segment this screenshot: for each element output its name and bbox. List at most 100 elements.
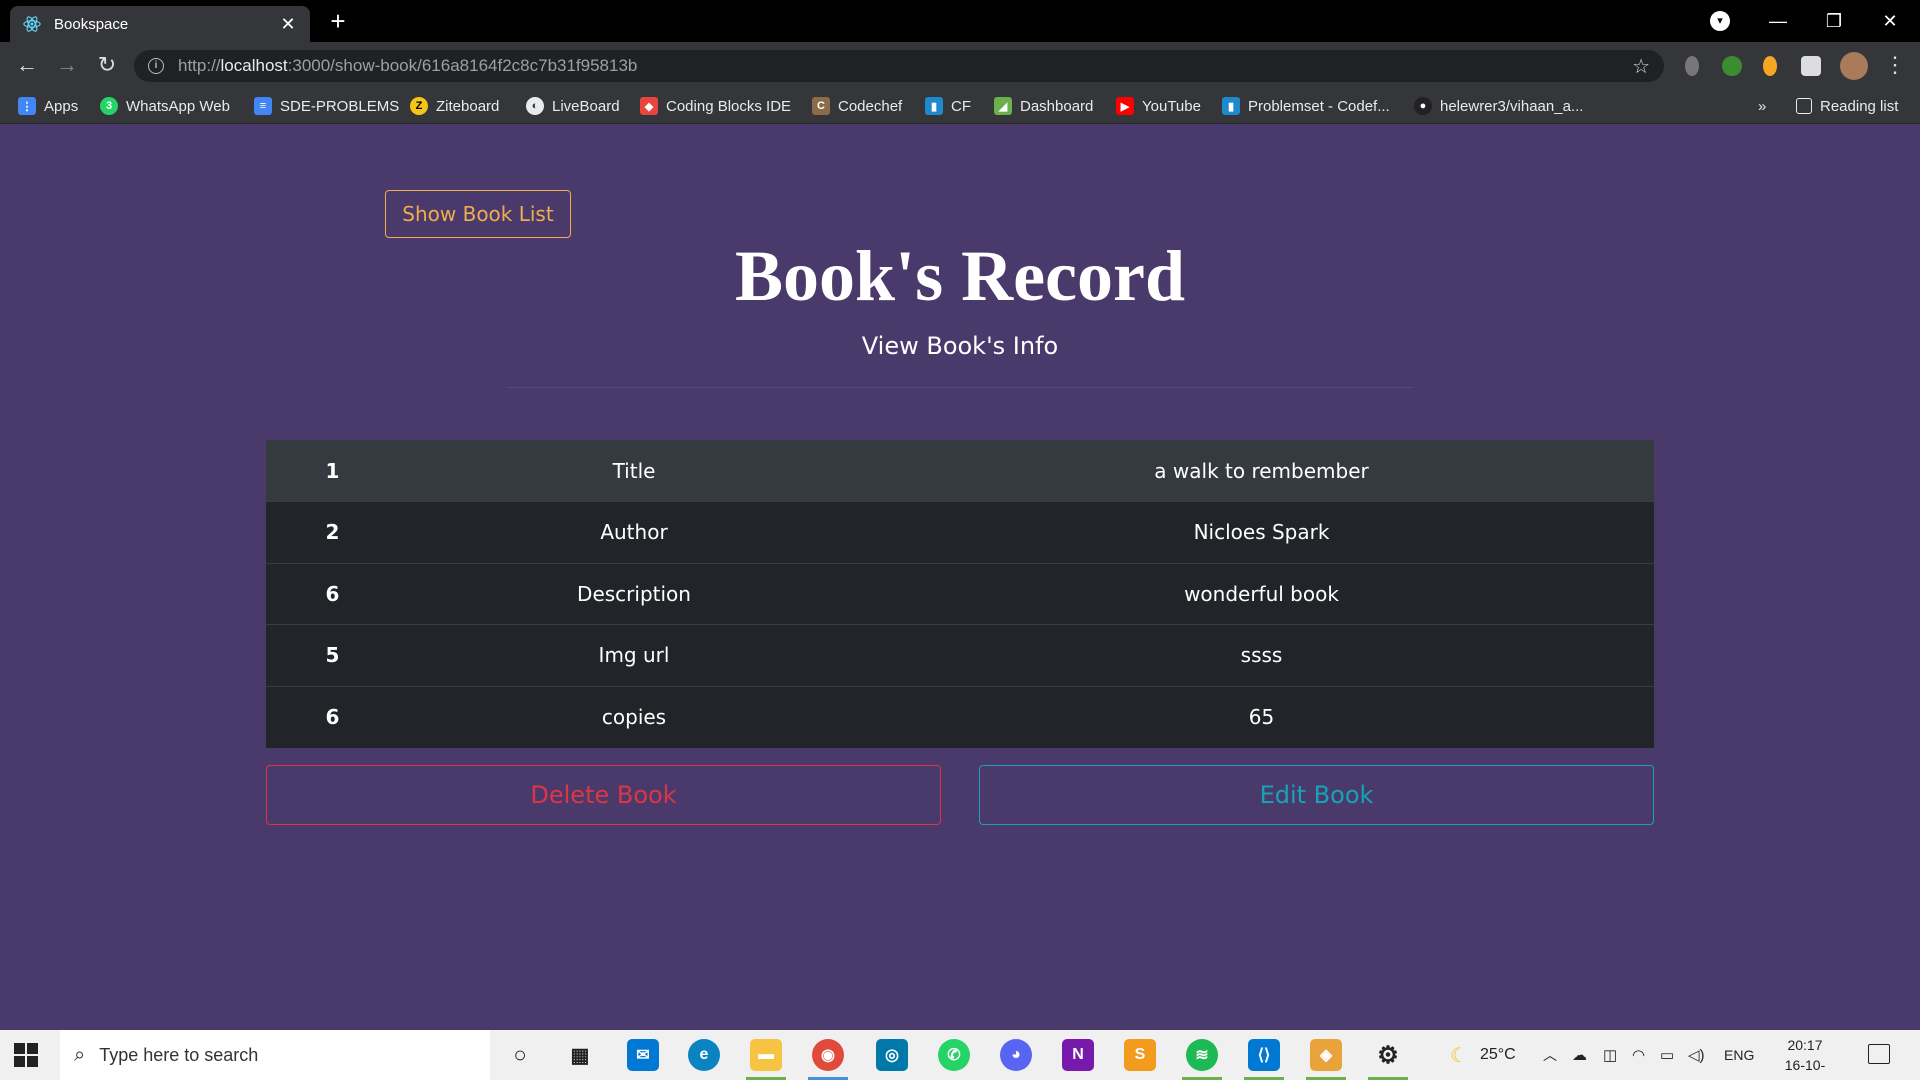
settings-gear-icon[interactable]: ⚙	[1372, 1039, 1404, 1071]
vscode-icon[interactable]: ⟨⟩	[1248, 1039, 1280, 1071]
browser-tab[interactable]: Bookspace ✕	[10, 6, 310, 42]
table-row: 5 Img url ssss	[266, 624, 1654, 686]
battery-icon[interactable]: ▭	[1660, 1030, 1674, 1080]
bookmark-item[interactable]: ▮ Problemset - Codef...	[1222, 96, 1390, 116]
field-value: 65	[869, 685, 1654, 748]
liveboard-icon: ◐	[526, 97, 544, 115]
avatar[interactable]	[1840, 52, 1868, 80]
book-record-table: 1 Title a walk to rembember 2 Author Nic…	[266, 440, 1654, 748]
bookmark-item[interactable]: ⋮ Apps	[18, 96, 78, 116]
menu-kebab-icon[interactable]: ⋮	[1880, 50, 1910, 80]
field-label: Author	[399, 501, 869, 563]
language-indicator[interactable]: ENG	[1724, 1030, 1754, 1080]
back-icon[interactable]: ←	[12, 50, 42, 80]
github-icon: ●	[1414, 97, 1432, 115]
browser-toolbar: ← → ↻ i http://localhost:3000/show-book/…	[0, 42, 1920, 88]
extension-icon[interactable]	[1763, 56, 1777, 76]
show-book-list-button[interactable]: Show Book List	[385, 190, 571, 238]
site-info-icon[interactable]: i	[148, 58, 164, 74]
youtube-icon: ▶	[1116, 97, 1134, 115]
field-label: Title	[399, 440, 869, 502]
close-window-icon[interactable]: ✕	[1862, 0, 1918, 42]
forward-icon[interactable]: →	[52, 50, 82, 80]
address-bar[interactable]: i http://localhost:3000/show-book/616a81…	[134, 50, 1664, 82]
new-tab-button[interactable]: +	[325, 8, 351, 34]
extension-icon[interactable]	[1685, 56, 1699, 76]
bookmark-item[interactable]: ◢ Dashboard	[994, 96, 1093, 116]
field-label: Description	[399, 562, 869, 625]
discord-icon[interactable]: ◕	[1000, 1039, 1032, 1071]
whatsapp-icon[interactable]: ✆	[938, 1039, 970, 1071]
apps-grid-icon: ⋮	[18, 97, 36, 115]
mail-icon[interactable]: ✉	[627, 1039, 659, 1071]
show-hidden-icons[interactable]: ︿	[1543, 1030, 1557, 1080]
row-number: 2	[266, 501, 399, 563]
docs-icon: ≡	[254, 97, 272, 115]
bookmark-item[interactable]: ◐ LiveBoard	[526, 96, 620, 116]
webcam-icon[interactable]: ◫	[1603, 1030, 1617, 1080]
weather-temperature: 25°C	[1479, 1046, 1516, 1063]
react-icon	[22, 14, 42, 34]
tab-close-icon[interactable]: ✕	[278, 14, 298, 35]
search-icon: ⌕	[74, 1043, 86, 1066]
reading-list-button[interactable]: Reading list	[1796, 96, 1898, 116]
notification-center-icon[interactable]	[1868, 1044, 1890, 1064]
field-label: copies	[399, 685, 869, 748]
bookmark-item[interactable]: ▮ CF	[925, 96, 971, 116]
minimize-icon[interactable]: —	[1750, 0, 1806, 42]
more-bookmarks-icon[interactable]: »	[1758, 96, 1766, 116]
divider	[508, 387, 1412, 388]
delete-book-button[interactable]: Delete Book	[266, 765, 941, 825]
row-number: 5	[266, 624, 399, 686]
bookmark-item[interactable]: ◆ Coding Blocks IDE	[640, 96, 791, 116]
windows-start-icon[interactable]	[14, 1043, 38, 1067]
browser-titlebar: Bookspace ✕ + ▾ — ❐ ✕	[0, 0, 1920, 42]
field-value: a walk to rembember	[869, 440, 1654, 502]
codeforces-icon: ▮	[1222, 97, 1240, 115]
table-row: 2 Author Nicloes Spark	[266, 501, 1654, 563]
app-icon[interactable]: ◎	[876, 1039, 908, 1071]
system-clock[interactable]: 20:17 16-10-2021	[1770, 1035, 1840, 1080]
bookmark-item[interactable]: Z Ziteboard	[410, 96, 499, 116]
cortana-icon[interactable]: ○	[504, 1039, 536, 1071]
puzzle-icon[interactable]	[1801, 56, 1821, 76]
reload-icon[interactable]: ↻	[92, 50, 122, 80]
codeforces-icon: ▮	[925, 97, 943, 115]
task-view-icon[interactable]: ▦	[564, 1039, 596, 1071]
edge-icon[interactable]: e	[688, 1039, 720, 1071]
volume-icon[interactable]: ◁)	[1688, 1030, 1705, 1080]
bookmark-item[interactable]: C Codechef	[812, 96, 902, 116]
page-content: Show Book List Book's Record View Book's…	[0, 125, 1920, 1030]
bookmark-item[interactable]: ▶ YouTube	[1116, 96, 1201, 116]
table-row: 1 Title a walk to rembember	[266, 440, 1654, 502]
row-number: 6	[266, 685, 399, 748]
app-icon[interactable]: ◈	[1310, 1039, 1342, 1071]
chrome-icon[interactable]: ◉	[812, 1039, 844, 1071]
clock-time: 20:17	[1787, 1037, 1823, 1053]
weather-widget[interactable]: ☾ 25°C	[1450, 1030, 1516, 1080]
onenote-icon[interactable]: N	[1062, 1039, 1094, 1071]
restore-icon[interactable]: ❐	[1806, 0, 1862, 42]
field-value: ssss	[869, 624, 1654, 686]
tab-search-icon[interactable]: ▾	[1710, 11, 1730, 31]
bookmark-item[interactable]: 3 WhatsApp Web	[100, 96, 230, 116]
file-explorer-icon[interactable]: ▬	[750, 1039, 782, 1071]
bookmark-star-icon[interactable]: ☆	[1632, 54, 1650, 79]
edit-book-button[interactable]: Edit Book	[979, 765, 1654, 825]
coding-blocks-icon: ◆	[640, 97, 658, 115]
row-number: 6	[266, 562, 399, 625]
onedrive-icon[interactable]: ☁	[1572, 1030, 1587, 1080]
sublime-text-icon[interactable]: S	[1124, 1039, 1156, 1071]
dashboard-icon: ◢	[994, 97, 1012, 115]
bookmark-item[interactable]: ● helewrer3/vihaan_a...	[1414, 96, 1583, 116]
url-text: http://localhost:3000/show-book/616a8164…	[178, 56, 638, 75]
codechef-icon: C	[812, 97, 830, 115]
taskbar-search-input[interactable]: ⌕ Type here to search	[60, 1030, 490, 1080]
spotify-icon[interactable]: ≋	[1186, 1039, 1218, 1071]
field-value: wonderful book	[869, 562, 1654, 625]
wifi-icon[interactable]: ◠	[1632, 1030, 1645, 1080]
bookmarks-bar: ⋮ Apps 3 WhatsApp Web ≡ SDE-PROBLEMS Z Ziteb…	[0, 88, 1920, 124]
tree-extension-icon[interactable]	[1722, 56, 1742, 76]
bookmark-item[interactable]: ≡ SDE-PROBLEMS	[254, 96, 399, 116]
field-label: Img url	[399, 624, 869, 686]
